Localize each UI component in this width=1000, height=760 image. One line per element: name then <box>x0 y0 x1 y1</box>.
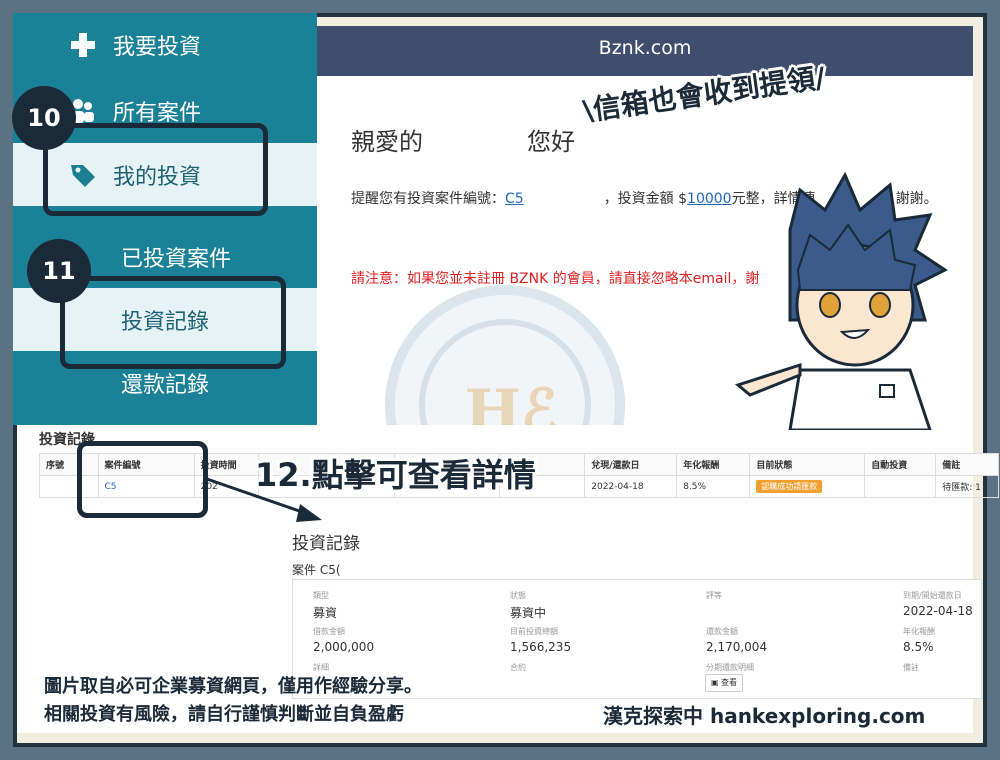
page-frame: 我要投資 所有案件 我的投資 已投資案件 投資記錄 還款記錄 Bznk.com … <box>0 0 1000 760</box>
view-icon: ▣ <box>710 678 719 687</box>
cell-date: 2022-04-18 <box>584 475 678 498</box>
view-button-label: 查看 <box>721 678 738 687</box>
cell-status: 認購成功請匯款 <box>749 475 866 498</box>
click-annotation: 12.點擊可查看詳情 <box>255 456 536 494</box>
cell-rate: 8.5% <box>676 475 751 498</box>
email-warning: 請注意：如果您並未註冊 BZNK 的會員，請直接忽略本email，謝 <box>351 271 760 287</box>
field-label: 到期/開始還款日 <box>903 591 962 600</box>
field-label: 備註 <box>903 663 919 672</box>
view-schedule-button[interactable]: ▣ 查看 <box>705 674 743 692</box>
callout-investment-records <box>60 276 286 369</box>
field-value: 2022-04-18 <box>903 604 973 618</box>
disclaimer-line-1: 圖片取自必可企業募資網頁，僅用作經驗分享。 <box>44 676 422 697</box>
cell-auto <box>864 475 937 498</box>
column-header: 兌現/還款日 <box>584 453 678 476</box>
column-header: 年化報酬 <box>676 453 751 476</box>
sidebar-item-label: 我要投資 <box>113 34 202 60</box>
status-badge: 認購成功請匯款 <box>756 480 823 493</box>
sidebar-item-label: 已投資案件 <box>121 246 232 272</box>
plus-icon <box>71 32 95 57</box>
callout-case-number <box>77 441 208 518</box>
field-value: 募資中 <box>510 606 547 620</box>
step-badge-10: 10 <box>12 86 76 150</box>
email-greeting: 親愛的 <box>351 128 423 156</box>
field-label: 詳細 <box>313 663 329 672</box>
sidebar-item-invest[interactable]: 我要投資 <box>13 13 317 76</box>
disclaimer-line-2: 相關投資有風險，請自行謹慎判斷並自負盈虧 <box>44 704 404 725</box>
cell-note: 待匯款: 1 <box>935 475 999 498</box>
field-value: 2,170,004 <box>706 640 768 654</box>
field-label: 年化報酬 <box>903 627 935 636</box>
field-value: 募資 <box>313 606 338 620</box>
field-label: 借款金額 <box>313 627 345 636</box>
field-label: 類型 <box>313 591 329 600</box>
step-badge-11: 11 <box>27 239 91 303</box>
field-value: 1,566,235 <box>510 640 572 654</box>
field-label: 評等 <box>706 591 722 600</box>
detail-title: 投資記錄 <box>292 534 360 554</box>
field-label: 合約 <box>510 663 526 672</box>
column-header: 自動投資 <box>864 453 937 476</box>
field-label: 還款金額 <box>706 627 738 636</box>
field-label: 目前投資總額 <box>510 627 558 636</box>
field-label: 狀態 <box>510 591 526 600</box>
field-value: 2,000,000 <box>313 640 375 654</box>
case-link[interactable]: C5 <box>505 191 524 207</box>
brand-signature: 漢克探索中 hankexploring.com <box>603 704 926 728</box>
callout-my-investments <box>43 123 268 216</box>
reminder-prefix: 提醒您有投資案件編號： <box>351 191 505 207</box>
cartoon-character <box>734 171 948 430</box>
email-header: Bznk.com <box>317 26 973 76</box>
disclaimer: 圖片取自必可企業募資網頁，僅用作經驗分享。 相關投資有風險，請自行謹慎判斷並自負… <box>44 673 422 729</box>
field-value: 8.5% <box>903 640 934 654</box>
email-hello: 您好 <box>527 128 575 156</box>
reminder-mid: ，投資金額 $ <box>603 191 688 207</box>
sidebar-item-label: 還款記錄 <box>121 372 210 398</box>
column-header: 目前狀態 <box>749 453 866 476</box>
sidebar-item-label: 所有案件 <box>113 100 202 126</box>
amount-link[interactable]: 10000 <box>687 191 732 207</box>
detail-case-label: 案件 C5( <box>292 563 341 577</box>
field-label: 分期還款明細 <box>706 663 754 672</box>
column-header: 備註 <box>935 453 999 476</box>
